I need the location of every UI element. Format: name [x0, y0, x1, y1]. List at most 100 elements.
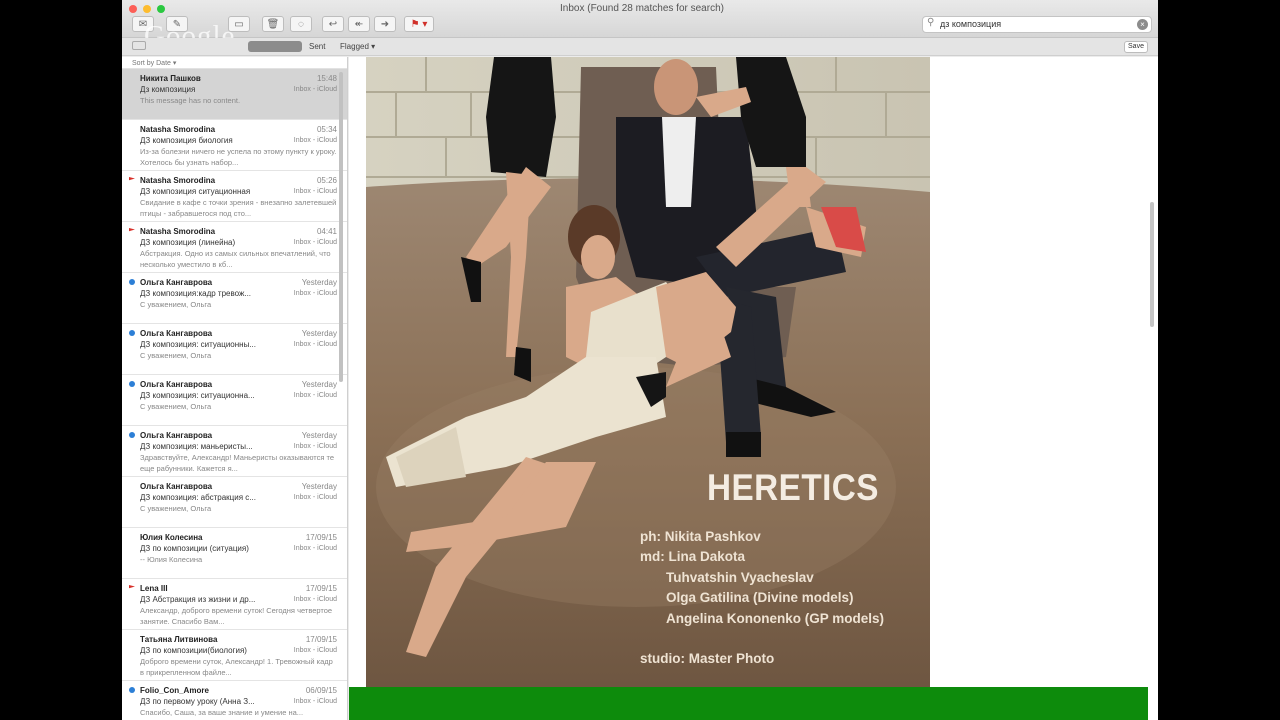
sort-by-date[interactable]: Sort by Date ▾ [122, 57, 347, 69]
forward-icon: ➜ [380, 18, 390, 30]
message-row[interactable]: Folio_Con_Amore 06/09/15 ДЗ по первому уро… [122, 681, 347, 720]
message-sender: Ольга Кангаврова [140, 278, 213, 287]
clear-icon[interactable]: × [1137, 19, 1148, 30]
reply-button[interactable]: ↩ [322, 16, 344, 32]
message-date: Yesterday [301, 380, 337, 389]
message-date: 06/09/15 [305, 686, 337, 695]
minimize-window-button[interactable] [143, 5, 151, 13]
zoom-window-button[interactable] [157, 5, 165, 13]
message-mailbox: Inbox - iCloud [293, 698, 337, 705]
message-row[interactable]: Ольга Кангаврова Yesterday ДЗ композиция:к… [122, 273, 347, 324]
message-preview: С уважением, Ольга [140, 402, 212, 411]
message-mailbox: Inbox - iCloud [293, 290, 337, 297]
reply-icon: ↩ [328, 18, 338, 30]
message-preview: С уважением, Ольга [140, 504, 212, 513]
poster-image: HERETICS ph: Nikita Pashkov md: Lina Dak… [366, 57, 930, 687]
flag-icon: ⚑ ▾ [410, 18, 428, 30]
message-subject: ДЗ по композиции(биология) [140, 646, 247, 655]
search-icon: ⚲ [927, 17, 935, 28]
message-preview: Свидание в кафе с точки зрения - внезапн… [140, 198, 337, 218]
message-sender: Folio_Con_Amore [140, 686, 209, 695]
message-date: Yesterday [301, 278, 337, 287]
message-date: 17/09/15 [305, 533, 337, 542]
search-field[interactable]: ⚲ дз композиция × [922, 16, 1152, 33]
message-row[interactable]: Natasha Smorodina 05:34 ДЗ композиция биол… [122, 120, 347, 171]
title-bar: Inbox (Found 28 matches for search) ✉ ✎ … [122, 0, 1158, 38]
trash-button[interactable]: 🗑 [262, 16, 284, 32]
message-row[interactable]: Татьяна Литвинова 17/09/15 ДЗ по композици… [122, 630, 347, 681]
flag-icon [129, 585, 135, 589]
message-mailbox: Inbox - iCloud [293, 392, 337, 399]
message-sender: Ольга Кангаврова [140, 329, 213, 338]
message-row[interactable]: Ольга Кангаврова Yesterday ДЗ композиция: … [122, 324, 347, 375]
viewer-scrollbar[interactable] [1150, 202, 1154, 327]
message-mailbox: Inbox - iCloud [293, 443, 337, 450]
message-mailbox: Inbox - iCloud [293, 188, 337, 195]
message-date: 15:48 [316, 74, 337, 83]
archive-icon: ▭ [234, 18, 244, 30]
message-sender: Natasha Smorodina [140, 125, 216, 134]
message-sender: Ольга Кангаврова [140, 431, 213, 440]
message-list-items: Никита Пашков 15:48 Дз композиция Inbox - i… [122, 69, 347, 720]
message-preview: Из-за болезни ничего не успела по этому … [140, 147, 337, 167]
credit-model-3: Olga Gatilina (Divine models) [666, 590, 854, 605]
message-row[interactable]: Юлия Колесина 17/09/15 ДЗ по композиции (с… [122, 528, 347, 579]
sidebar-toggle-icon[interactable] [132, 41, 146, 50]
message-row[interactable]: Ольга Кангаврова Yesterday ДЗ композиция: … [122, 426, 347, 477]
message-preview: -- Юлия Колесина [140, 555, 203, 564]
message-viewer: HERETICS ph: Nikita Pashkov md: Lina Dak… [349, 57, 1158, 720]
message-sender: Никита Пашков [140, 74, 201, 83]
junk-button[interactable]: ◌ [290, 16, 312, 32]
message-subject: ДЗ композиция: маньеристы... [140, 442, 253, 451]
mail-window: Inbox (Found 28 matches for search) ✉ ✎ … [122, 0, 1158, 720]
message-sender: Natasha Smorodina [140, 227, 216, 236]
message-row[interactable]: Natasha Smorodina 05:26 ДЗ композиция ситу… [122, 171, 347, 222]
message-sender: Ольга Кангаврова [140, 482, 213, 491]
message-subject: ДЗ Абстракция из жизни и др... [140, 595, 256, 604]
message-subject: ДЗ композиция: абстракция с... [140, 493, 256, 502]
message-preview: Абстракция. Одно из самых сильных впечат… [140, 249, 331, 269]
unread-dot-icon [129, 432, 135, 438]
unread-dot-icon [129, 279, 135, 285]
forward-button[interactable]: ➜ [374, 16, 396, 32]
message-subject: ДЗ композиция:кадр тревож... [140, 289, 252, 298]
scope-flagged[interactable]: Flagged ▾ [336, 41, 379, 52]
message-date: 05:34 [316, 125, 337, 134]
message-list-scrollbar[interactable] [339, 72, 343, 382]
message-row[interactable]: Ольга Кангаврова Yesterday ДЗ композиция: … [122, 375, 347, 426]
flag-button[interactable]: ⚑ ▾ [404, 16, 434, 32]
message-date: Yesterday [301, 482, 337, 491]
scope-sent[interactable]: Sent [305, 41, 329, 52]
credit-model-4: Angelina Kononenko (GP models) [666, 611, 885, 626]
search-input[interactable]: дз композиция [940, 19, 1001, 29]
unread-dot-icon [129, 330, 135, 336]
message-mailbox: Inbox - iCloud [293, 341, 337, 348]
message-sender: Ольга Кангаврова [140, 380, 213, 389]
scope-mailbox-active[interactable] [248, 41, 302, 52]
message-preview: Спасибо, Саша, за ваше знание и умение н… [140, 708, 304, 717]
message-subject: Дз композиция [140, 85, 196, 94]
message-subject: ДЗ по композиции (ситуация) [140, 544, 249, 553]
save-search-button[interactable]: Save [1124, 41, 1148, 53]
message-mailbox: Inbox - iCloud [293, 137, 337, 144]
message-date: Yesterday [301, 431, 337, 440]
message-subject: ДЗ по первому уроку (Анна З... [140, 697, 255, 706]
message-mailbox: Inbox - iCloud [293, 596, 337, 603]
message-sender: Татьяна Литвинова [140, 635, 218, 644]
message-mailbox: Inbox - iCloud [293, 494, 337, 501]
message-row[interactable]: Ольга Кангаврова Yesterday ДЗ композиция: … [122, 477, 347, 528]
credit-model-2: Tuhvatshin Vyacheslav [666, 570, 814, 585]
unread-dot-icon [129, 687, 135, 693]
message-preview: С уважением, Ольга [140, 351, 212, 360]
message-list: Sort by Date ▾ Никита Пашков 15:48 Дз комп… [122, 57, 348, 720]
message-preview: Доброго времени суток, Александр! 1. Тре… [140, 657, 333, 677]
trash-icon: 🗑 [266, 18, 280, 30]
message-row[interactable]: Natasha Smorodina 04:41 ДЗ композиция (лин… [122, 222, 347, 273]
reply-all-button[interactable]: ↞ [348, 16, 370, 32]
message-row[interactable]: Lena III 17/09/15 ДЗ Абстракция из жизни и… [122, 579, 347, 630]
message-row[interactable]: Никита Пашков 15:48 Дз композиция Inbox - i… [122, 69, 347, 120]
close-window-button[interactable] [129, 5, 137, 13]
message-date: Yesterday [301, 329, 337, 338]
search-scope-bar: Sent Flagged ▾ Save [122, 38, 1158, 56]
message-date: 04:41 [316, 227, 337, 236]
